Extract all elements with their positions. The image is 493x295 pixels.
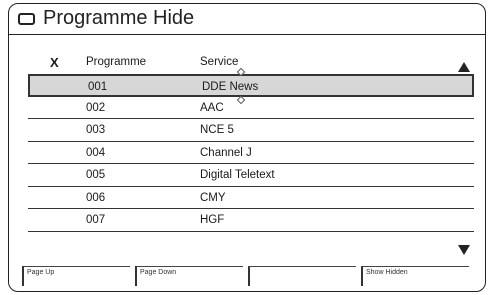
programme-number: 003 [86, 124, 106, 136]
service-name: DDE News [202, 81, 259, 93]
triangle-up-icon[interactable] [458, 62, 470, 72]
column-header-programme: Programme [86, 56, 147, 68]
table-row[interactable]: 006 CMY [28, 187, 474, 209]
programme-number: 006 [86, 191, 106, 204]
show-hidden-button[interactable]: Show Hidden [361, 266, 469, 286]
service-name: NCE 5 [200, 124, 234, 136]
page-down-label: Page Down [140, 269, 177, 276]
programme-number: 004 [86, 146, 106, 159]
page-up-label: Page Up [27, 269, 55, 276]
table-row[interactable]: 003 NCE 5 [28, 119, 474, 142]
service-name: Channel J [200, 146, 252, 159]
blank-button[interactable] [248, 266, 356, 286]
programme-number: 007 [86, 214, 106, 226]
service-name: CMY [200, 191, 226, 204]
page-title: Programme Hide [43, 7, 195, 29]
programme-list-panel: X Programme Service 001 DDE News 002 AAC… [28, 34, 474, 262]
tv-icon [18, 13, 35, 25]
triangle-down-icon[interactable] [458, 245, 470, 255]
footer-button-bar: Page Up Page Down Show Hidden [22, 266, 474, 286]
service-name: HGF [200, 214, 225, 226]
table-row[interactable]: 001 DDE News [28, 74, 474, 97]
page-down-button[interactable]: Page Down [135, 266, 243, 286]
service-name: AAC [200, 101, 224, 114]
programme-number: 001 [88, 81, 108, 93]
service-name: Digital Teletext [200, 169, 275, 181]
table-row[interactable]: 002 AAC [28, 97, 474, 119]
programme-number: 002 [86, 101, 106, 114]
page-up-button[interactable]: Page Up [22, 266, 130, 286]
show-hidden-label: Show Hidden [366, 269, 408, 276]
table-row[interactable]: 007 HGF [28, 209, 474, 232]
programme-number: 005 [86, 169, 106, 181]
programme-rows: 001 DDE News 002 AAC 003 NCE 5 004 Chann… [28, 74, 474, 232]
title-bar: Programme Hide [9, 4, 485, 35]
table-row[interactable]: 004 Channel J [28, 142, 474, 164]
table-row[interactable]: 005 Digital Teletext [28, 164, 474, 187]
column-header-mark: X [50, 55, 59, 70]
column-header-service: Service [200, 56, 239, 68]
